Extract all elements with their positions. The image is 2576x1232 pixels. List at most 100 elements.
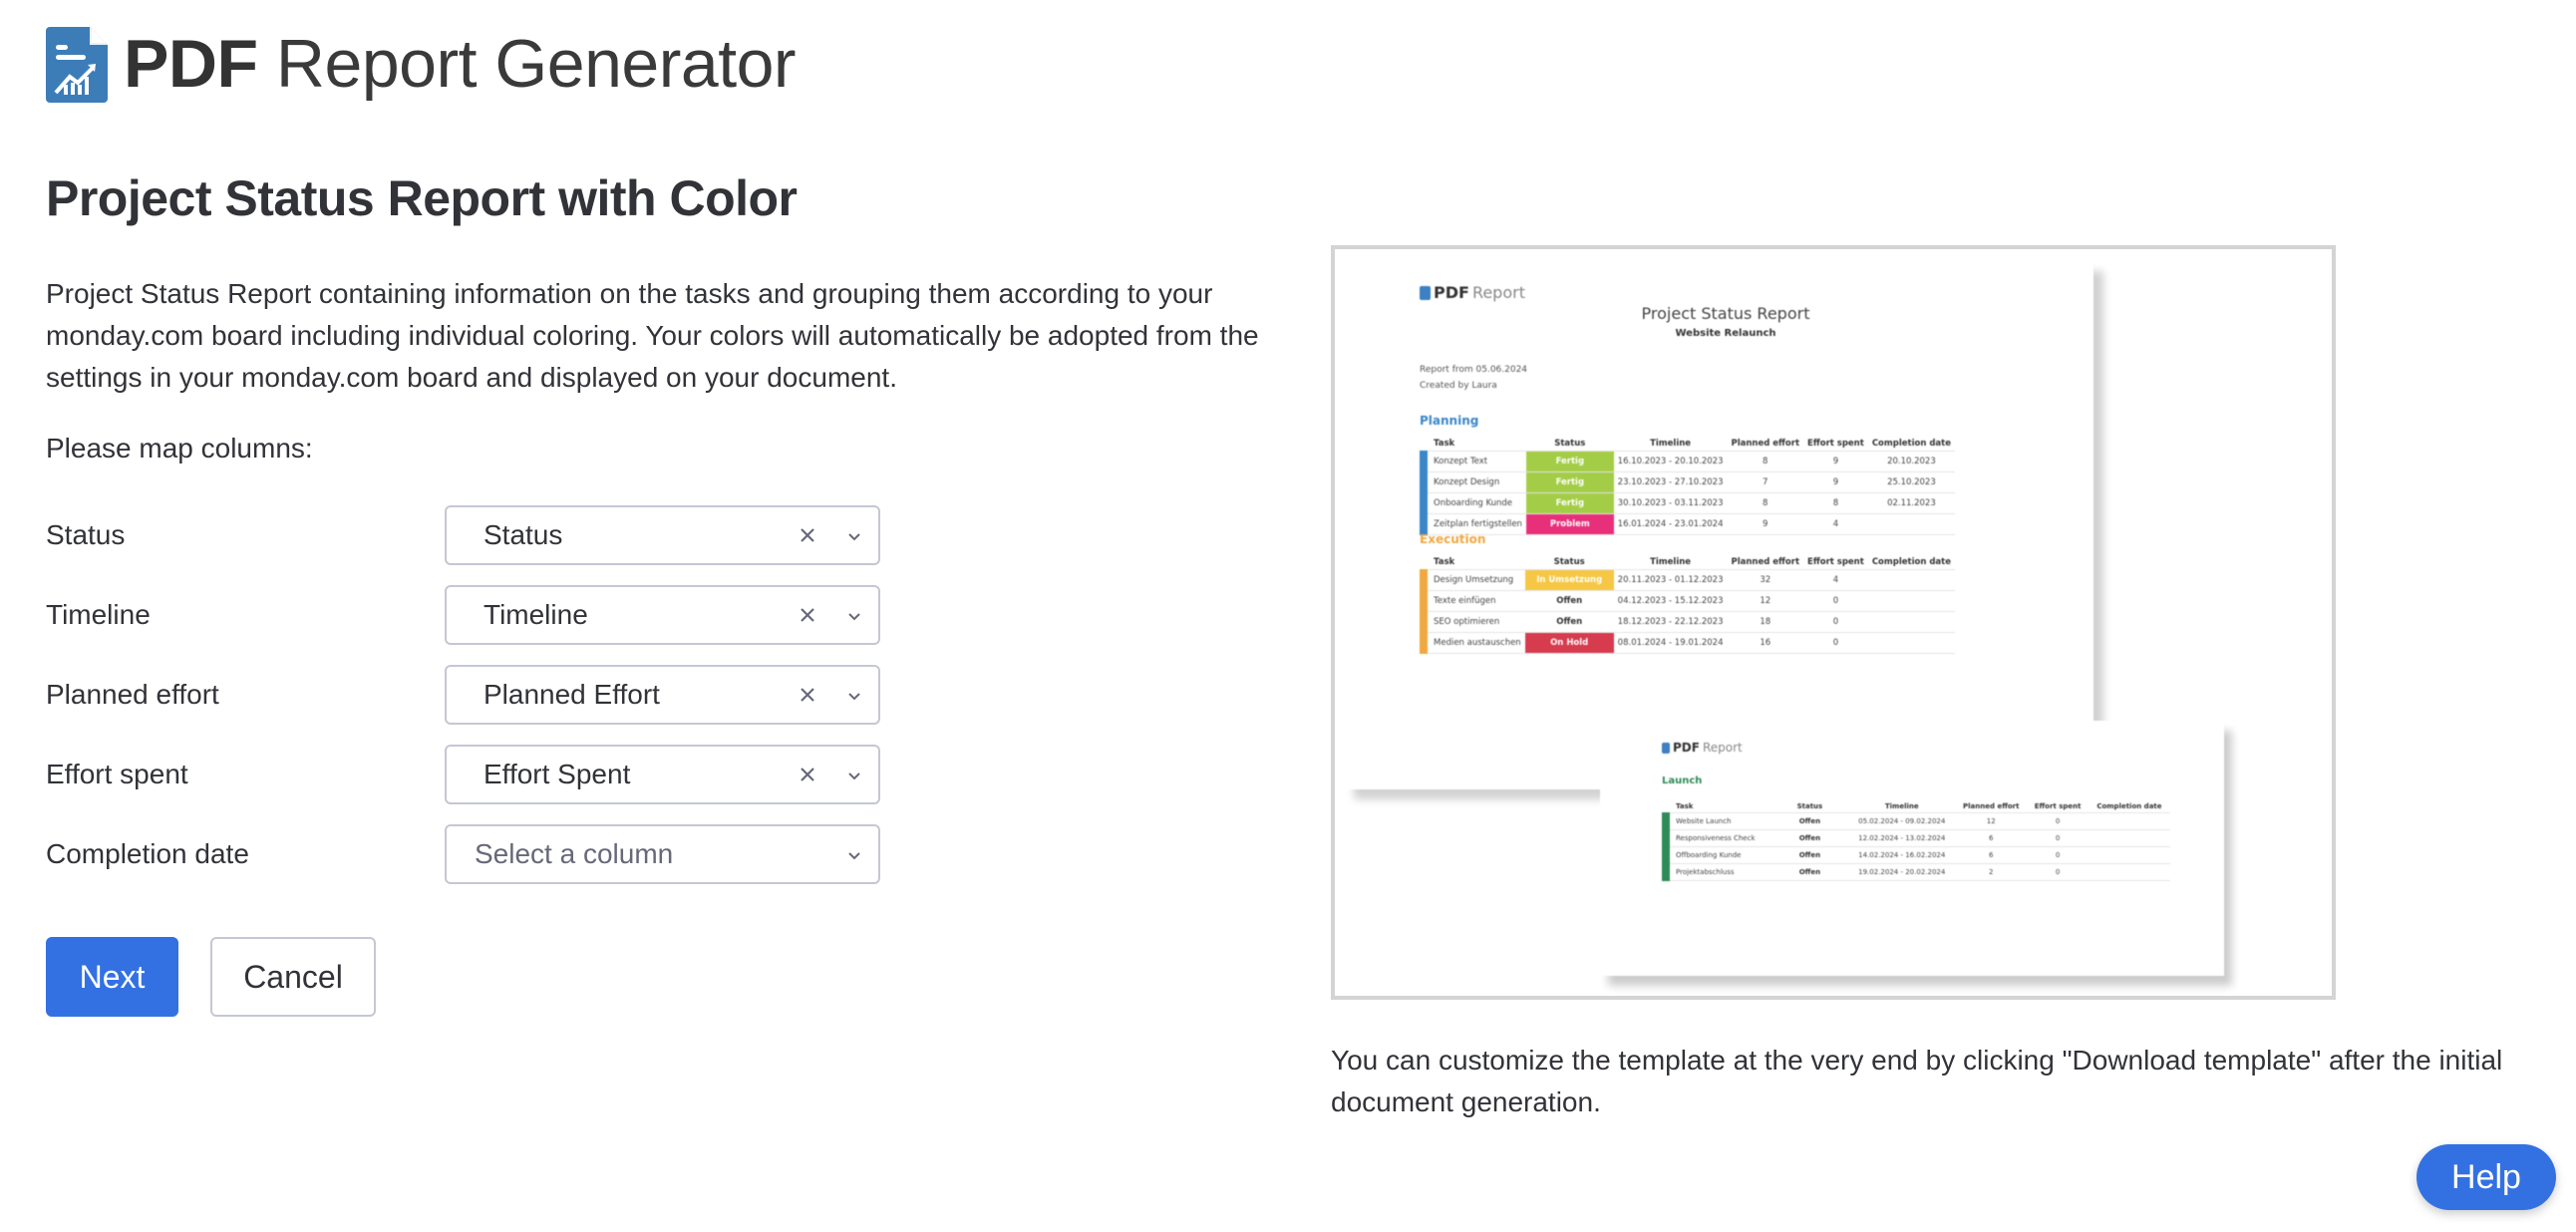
preview-spent-cell: 0	[2027, 812, 2089, 830]
chevron-down-icon[interactable]	[843, 844, 865, 866]
preview-timeline-cell: 04.12.2023 - 15.12.2023	[1613, 590, 1728, 612]
template-preview: PDF Report Project Status Report Website…	[1331, 245, 2336, 1000]
preview-spent-cell: 0	[2027, 863, 2089, 881]
preview-column-header: Completion date	[1871, 556, 1951, 567]
preview-planned-cell: 16	[1727, 632, 1804, 654]
group-color-bar	[1420, 590, 1428, 612]
chevron-down-icon[interactable]	[843, 525, 865, 547]
map-columns-label: Please map columns:	[46, 433, 313, 463]
preview-spent-cell: 0	[1803, 590, 1868, 612]
preview-completion-cell	[1867, 513, 1955, 535]
preview-status-cell: In Umsetzung	[1524, 569, 1614, 591]
preview-spent-cell: 4	[1803, 513, 1868, 535]
preview-table-row: Onboarding Kunde Fertig 30.10.2023 - 03.11…	[1420, 492, 1955, 514]
preview-page-1: PDF Report Project Status Report Website…	[1344, 261, 2093, 789]
completion-date-column-select[interactable]: Select a column	[445, 824, 880, 884]
preview-planned-cell: 32	[1727, 569, 1804, 591]
preview-timeline-cell: 12.02.2024 - 13.02.2024	[1848, 829, 1956, 847]
preview-completion-cell: 02.11.2023	[1867, 492, 1955, 514]
preview-task-cell: Medien austauschen	[1420, 632, 1525, 654]
preview-task-name: Responsiveness Check	[1676, 834, 1756, 842]
preview-table-row: Texte einfügen Offen 04.12.2023 - 15.12.20…	[1420, 590, 1955, 612]
preview-table-row: Konzept Design Fertig 23.10.2023 - 27.10.2…	[1420, 471, 1955, 493]
preview-planned-cell: 12	[1727, 590, 1804, 612]
preview-spent-cell: 8	[1803, 492, 1868, 514]
select-value: Planned Effort	[483, 679, 660, 710]
preview-table-execution: Task Status Timeline Planned effort Effort s…	[1420, 554, 1955, 654]
preview-timeline-cell: 14.02.2024 - 16.02.2024	[1848, 846, 1956, 864]
preview-table-row: Medien austauschen On Hold 08.01.2024 - 19…	[1420, 632, 1955, 654]
preview-status-cell: Offen	[1771, 829, 1849, 847]
effort-spent-field-label: Effort spent	[46, 759, 188, 789]
preview-planned-cell: 6	[1955, 846, 2028, 864]
preview-completion-cell	[1867, 590, 1955, 612]
timeline-column-select[interactable]: Timeline	[445, 585, 880, 645]
preview-created-by: Created by Laura	[1420, 381, 1497, 391]
preview-status-cell: Fertig	[1525, 471, 1614, 493]
select-value: Effort Spent	[483, 759, 631, 789]
preview-logo: PDF Report	[1662, 741, 1743, 755]
preview-table-row: Offboarding Kunde Offen 14.02.2024 - 16.02…	[1662, 846, 2170, 864]
preview-task-cell: Onboarding Kunde	[1420, 492, 1526, 514]
preview-table-row: SEO optimieren Offen 18.12.2023 - 22.12.20…	[1420, 611, 1955, 633]
planned-effort-column-select[interactable]: Planned Effort	[445, 665, 880, 725]
status-column-select[interactable]: Status	[445, 505, 880, 565]
preview-status-cell: Offen	[1771, 812, 1849, 830]
preview-logo: PDF Report	[1420, 283, 1525, 302]
preview-task-name: Medien austauschen	[1434, 638, 1521, 648]
preview-task-name: Konzept Design	[1434, 477, 1500, 487]
help-button[interactable]: Help	[2416, 1144, 2556, 1210]
preview-task-name: Zeitplan fertigstellen	[1434, 519, 1522, 529]
app-title: PDF Report Generator	[124, 24, 797, 104]
preview-spent-cell: 4	[1803, 569, 1868, 591]
preview-column-header: Planned effort	[1731, 556, 1800, 567]
preview-task-cell: SEO optimieren	[1420, 611, 1525, 633]
preview-logo-bold: PDF	[1434, 283, 1469, 302]
preview-task-name: Projektabschluss	[1676, 868, 1735, 876]
preview-completion-cell	[1867, 632, 1955, 654]
group-color-bar	[1662, 863, 1670, 881]
preview-completion-cell	[2088, 812, 2170, 830]
preview-column-header: Status	[1796, 802, 1823, 810]
preview-column-header: Status	[1554, 438, 1586, 449]
preview-task-name: Onboarding Kunde	[1434, 498, 1513, 508]
clear-icon[interactable]	[796, 683, 819, 707]
preview-table-row: Website Launch Offen 05.02.2024 - 09.02.20…	[1662, 812, 2170, 830]
next-button[interactable]: Next	[46, 937, 178, 1017]
clear-icon[interactable]	[796, 603, 819, 627]
preview-column-header: Effort spent	[1807, 556, 1864, 567]
group-color-bar	[1420, 632, 1428, 654]
preview-timeline-cell: 05.02.2024 - 09.02.2024	[1848, 812, 1956, 830]
clear-icon[interactable]	[796, 763, 819, 786]
group-color-bar	[1662, 812, 1670, 830]
preview-timeline-cell: 23.10.2023 - 27.10.2023	[1613, 471, 1728, 493]
chevron-down-icon[interactable]	[843, 605, 865, 627]
preview-status-cell: Offen	[1524, 590, 1614, 612]
preview-timeline-cell: 20.11.2023 - 01.12.2023	[1613, 569, 1728, 591]
preview-spent-cell: 0	[1803, 611, 1868, 633]
preview-title: Project Status Report	[1641, 304, 1810, 323]
status-field-label: Status	[46, 519, 126, 550]
preview-logo-icon	[1662, 742, 1670, 754]
preview-group-title: Execution	[1420, 532, 1486, 546]
preview-page-2: PDF Report Launch Task Status Timeline Plan…	[1600, 721, 2224, 976]
preview-completion-cell	[2088, 846, 2170, 864]
completion-date-field-label: Completion date	[46, 838, 249, 869]
chevron-down-icon[interactable]	[843, 685, 865, 707]
cancel-button[interactable]: Cancel	[210, 937, 376, 1017]
preview-completion-cell	[1867, 611, 1955, 633]
preview-timeline-cell: 16.01.2024 - 23.01.2024	[1613, 513, 1728, 535]
preview-planned-cell: 6	[1955, 829, 2028, 847]
preview-completion-cell	[2088, 863, 2170, 881]
clear-icon[interactable]	[796, 523, 819, 547]
preview-task-cell: Website Launch	[1662, 812, 1771, 830]
select-value: Timeline	[483, 599, 588, 630]
preview-task-cell: Konzept Text	[1420, 451, 1526, 472]
preview-task-name: Website Launch	[1676, 817, 1732, 825]
preview-column-header: Completion date	[1871, 438, 1951, 449]
preview-spent-cell: 0	[1803, 632, 1868, 654]
preview-table-row: Projektabschluss Offen 19.02.2024 - 20.02.…	[1662, 863, 2170, 881]
effort-spent-column-select[interactable]: Effort Spent	[445, 745, 880, 804]
preview-spent-cell: 9	[1803, 451, 1868, 472]
chevron-down-icon[interactable]	[843, 765, 865, 786]
